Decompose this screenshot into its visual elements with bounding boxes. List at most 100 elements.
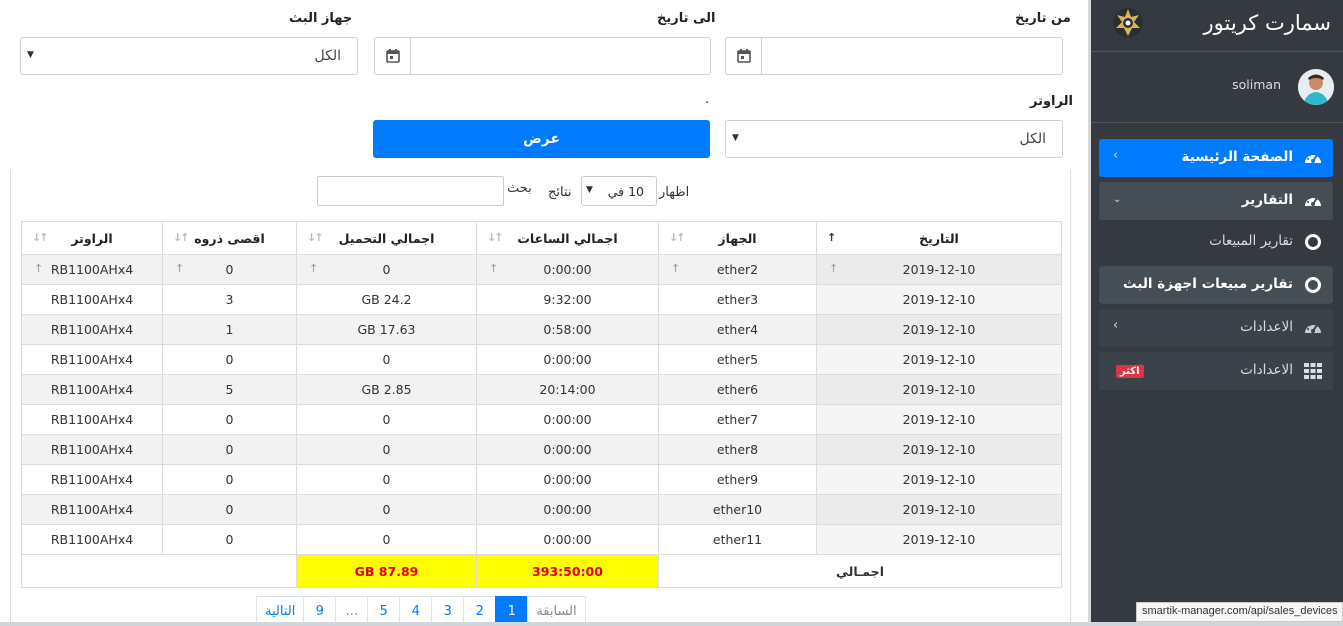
device-label: جهاز البث [289, 11, 353, 26]
cell-router: RB1100AHx4 ↑ [21, 254, 163, 285]
cell-total-hours: 0:00:00 [476, 494, 659, 525]
column-header-total-hours[interactable]: اجمالي الساعات ↑↓ [476, 221, 659, 255]
avatar[interactable] [1298, 69, 1334, 105]
cell-device: ether8 [658, 434, 817, 465]
sidebar-item-sales-reports[interactable]: تقارير المبيعات [1099, 223, 1333, 261]
sort-icon: ↑↓ [307, 231, 324, 244]
cell-total-download: 0 [296, 434, 477, 465]
show-button[interactable]: عرض [373, 120, 710, 158]
cell-total-download: 0 [296, 524, 477, 555]
cell-date: 2019-12-10 [816, 344, 1062, 375]
page-length-select[interactable]: 10 في ▼ [581, 176, 657, 206]
router-label: الراوتر [1030, 94, 1073, 109]
cell-date: 2019-12-10 [816, 524, 1062, 555]
brand-logo-icon [1111, 5, 1145, 41]
cell-total-download: 0 [296, 494, 477, 525]
router-select[interactable]: الكل ▼ [725, 120, 1063, 158]
column-header-date[interactable]: التاريخ ↑ [816, 221, 1062, 255]
cell-device: ether4 [658, 314, 817, 345]
sort-asc-icon: ↑ [309, 262, 319, 275]
sidebar-item-settings[interactable]: الاعدادات › [1099, 309, 1333, 347]
brand-bar[interactable]: سمارت كريتور [1091, 0, 1343, 52]
calendar-icon[interactable] [375, 38, 411, 74]
dashboard-icon [1303, 191, 1323, 211]
cell-router: RB1100AHx4 [21, 464, 163, 495]
sort-icon: ↑↓ [173, 231, 190, 244]
footer-total-hours: 393:50:00 [476, 554, 659, 588]
cell-router: RB1100AHx4 [21, 434, 163, 465]
sidebar-item-home[interactable]: الصفحة الرئيسية › [1099, 139, 1333, 177]
show-entries-label: اظهار [659, 185, 690, 200]
sort-asc-icon: ↑ [829, 262, 839, 275]
sidebar-item-label: تقارير المبيعات [1209, 233, 1293, 249]
sidebar-item-label: الاعدادات [1240, 362, 1293, 378]
main-content: من تاريخ الى تاريخ جهاز البث الكل ▼ الرا… [0, 0, 1088, 626]
cell-device: ether10 [658, 494, 817, 525]
column-header-total-download[interactable]: اجمالي التحميل ↑↓ [296, 221, 477, 255]
status-bar-url: smartik-manager.com/api/sales_devices [1136, 602, 1343, 622]
cell-total-hours: 0:00:00 [476, 464, 659, 495]
app-root: من تاريخ الى تاريخ جهاز البث الكل ▼ الرا… [0, 0, 1343, 626]
cell-total-download: 0 [296, 464, 477, 495]
table-row: 2019-12-10 ether11 0:00:00 0 0 RB1100AHx4 [21, 524, 1062, 555]
from-date-input[interactable] [725, 37, 1063, 75]
cell-total-hours: 0:00:00 [476, 344, 659, 375]
footer-total-download: GB 87.89 [296, 554, 477, 588]
sort-icon: ↑↓ [669, 231, 686, 244]
cell-peak: 0 [162, 344, 297, 375]
cell-router: RB1100AHx4 [21, 524, 163, 555]
sidebar-item-device-sales-reports[interactable]: تقارير مبيعات اجهزة البث [1099, 266, 1333, 304]
column-header-router[interactable]: الراوتر ↑↓ [21, 221, 163, 255]
sales-devices-table: التاريخ ↑ الجهاز ↑↓ اجمالي الساعات ↑↓ اجمال… [21, 221, 1062, 588]
cell-router: RB1100AHx4 [21, 494, 163, 525]
footer-total-label: اجمـالي [658, 554, 1062, 588]
user-panel[interactable]: soliman [1091, 53, 1343, 123]
circle-icon [1305, 234, 1321, 250]
cell-total-download: 0 ↑ [296, 254, 477, 285]
sidebar-item-reports[interactable]: التقارير ⌄ [1099, 182, 1333, 220]
column-header-peak[interactable]: اقصى ذروه ↑↓ [162, 221, 297, 255]
user-name: soliman [1232, 77, 1281, 92]
column-header-device[interactable]: الجهاز ↑↓ [658, 221, 817, 255]
cell-router: RB1100AHx4 [21, 374, 163, 405]
sort-asc-icon: ↑ [489, 262, 499, 275]
cell-date: 2019-12-10 [816, 464, 1062, 495]
cell-peak: 0 [162, 404, 297, 435]
cell-peak: 3 [162, 284, 297, 315]
cell-device: ether6 [658, 374, 817, 405]
cell-peak: 1 [162, 314, 297, 345]
sort-asc-icon: ↑ [671, 262, 681, 275]
cell-total-hours: 20:14:00 [476, 374, 659, 405]
bottom-strip [0, 622, 1343, 626]
cell-device: ether7 [658, 404, 817, 435]
cell-peak: 0 [162, 464, 297, 495]
chevron-down-icon: ▼ [27, 50, 34, 60]
table-row: 2019-12-10 ether9 0:00:00 0 0 RB1100AHx4 [21, 464, 1062, 495]
sidebar-item-settings-more[interactable]: الاعدادات اكثر [1099, 352, 1333, 390]
cell-router: RB1100AHx4 [21, 314, 163, 345]
calendar-icon[interactable] [726, 38, 762, 74]
cell-device: ether3 [658, 284, 817, 315]
search-input[interactable] [317, 176, 504, 206]
circle-icon [1305, 277, 1321, 293]
to-date-input[interactable] [374, 37, 711, 75]
dashboard-icon [1303, 148, 1323, 168]
cell-total-hours: 9:32:00 [476, 284, 659, 315]
cell-total-hours: 0:00:00 ↑ [476, 254, 659, 285]
chevron-right-icon: › [1113, 148, 1119, 163]
cell-date: 2019-12-10 ↑ [816, 254, 1062, 285]
cell-date: 2019-12-10 [816, 404, 1062, 435]
page-length-value: 10 في [607, 184, 644, 199]
cell-total-download: 0 [296, 344, 477, 375]
table-row: 2019-12-10 ether7 0:00:00 0 0 RB1100AHx4 [21, 404, 1062, 435]
dot-label: . [705, 92, 710, 107]
chevron-right-icon: › [1113, 318, 1119, 333]
device-select[interactable]: الكل ▼ [20, 37, 358, 75]
cell-total-download: GB 24.2 [296, 284, 477, 315]
brand-name: سمارت كريتور [1203, 11, 1331, 35]
cell-date: 2019-12-10 [816, 434, 1062, 465]
cell-router: RB1100AHx4 [21, 404, 163, 435]
cell-router: RB1100AHx4 [21, 344, 163, 375]
device-select-value: الكل [314, 48, 342, 64]
sidebar-divider [1099, 300, 1333, 301]
